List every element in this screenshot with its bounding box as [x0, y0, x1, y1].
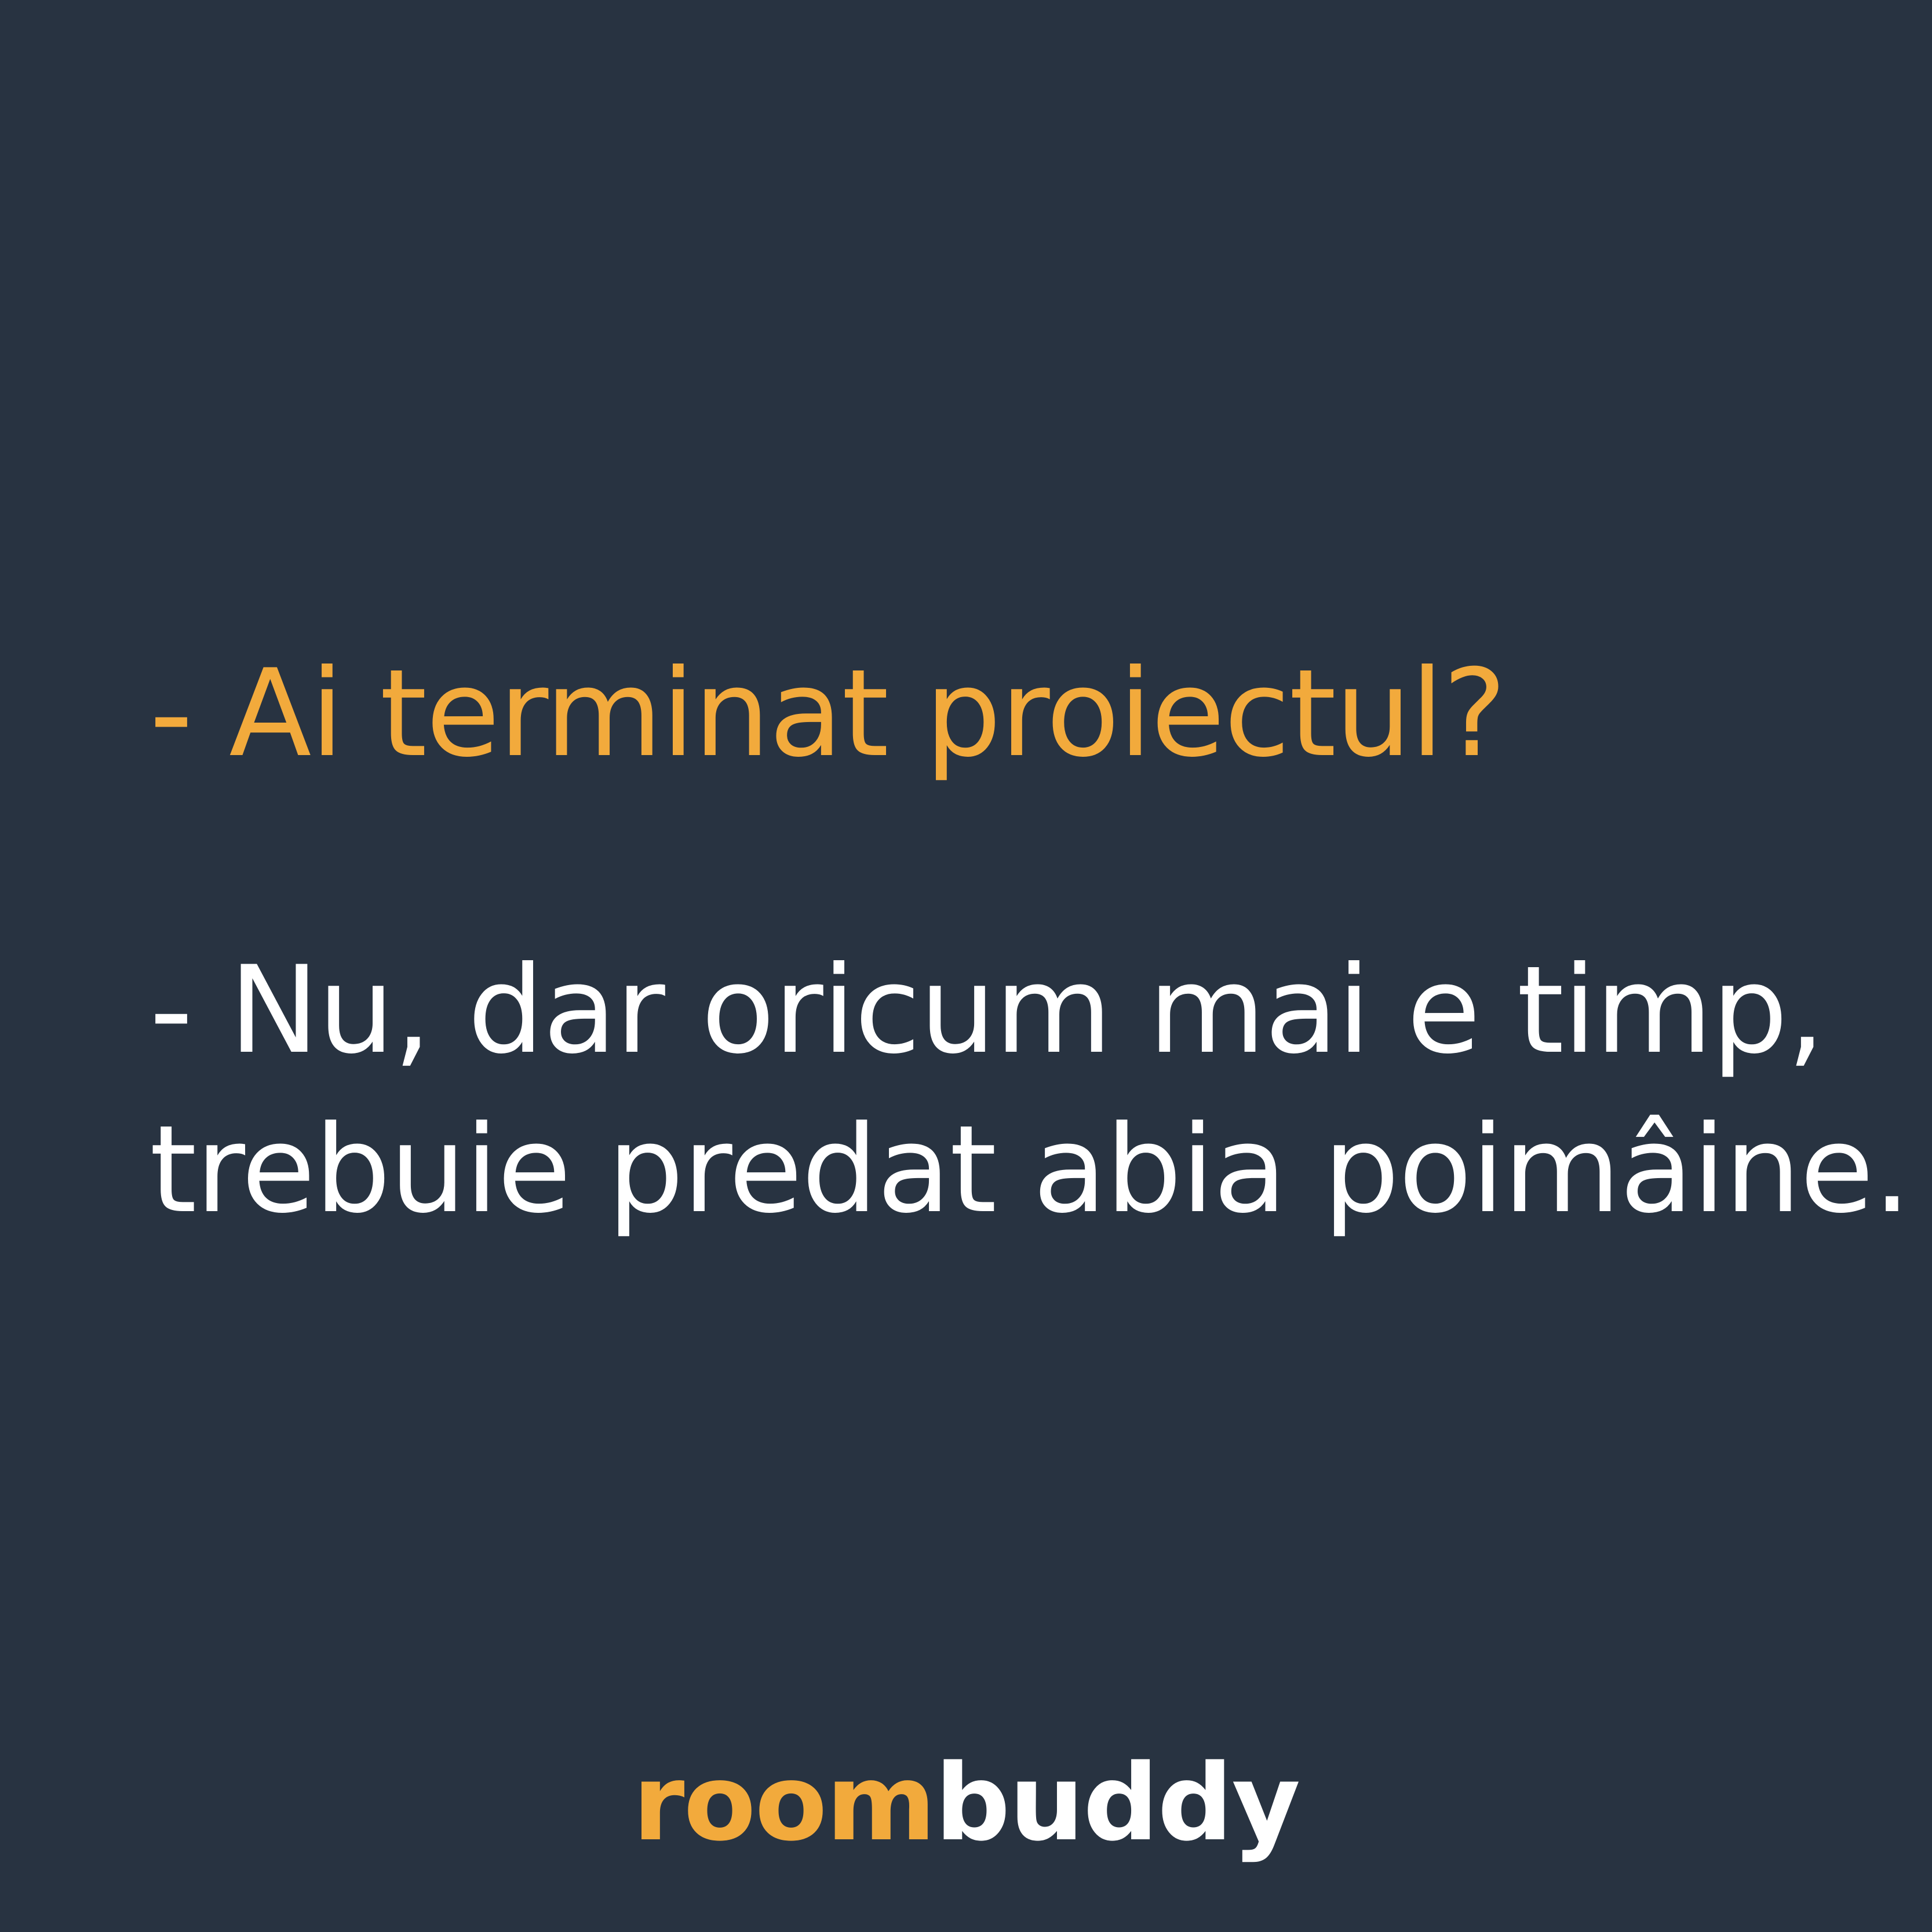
logo-room-text: room [632, 1741, 936, 1864]
question-text: - Ai terminat proiectul? [150, 644, 1507, 784]
answer-text-line-2: trebuie predat abia poimâine. [150, 1100, 1911, 1240]
roombuddy-logo: roombuddy [0, 1750, 1932, 1856]
logo-buddy-text: buddy [935, 1741, 1300, 1864]
answer-text-line-1: - Nu, dar oricum mai e timp, [150, 941, 1825, 1081]
post-canvas: - Ai terminat proiectul? - Nu, dar oricu… [0, 0, 1932, 1932]
